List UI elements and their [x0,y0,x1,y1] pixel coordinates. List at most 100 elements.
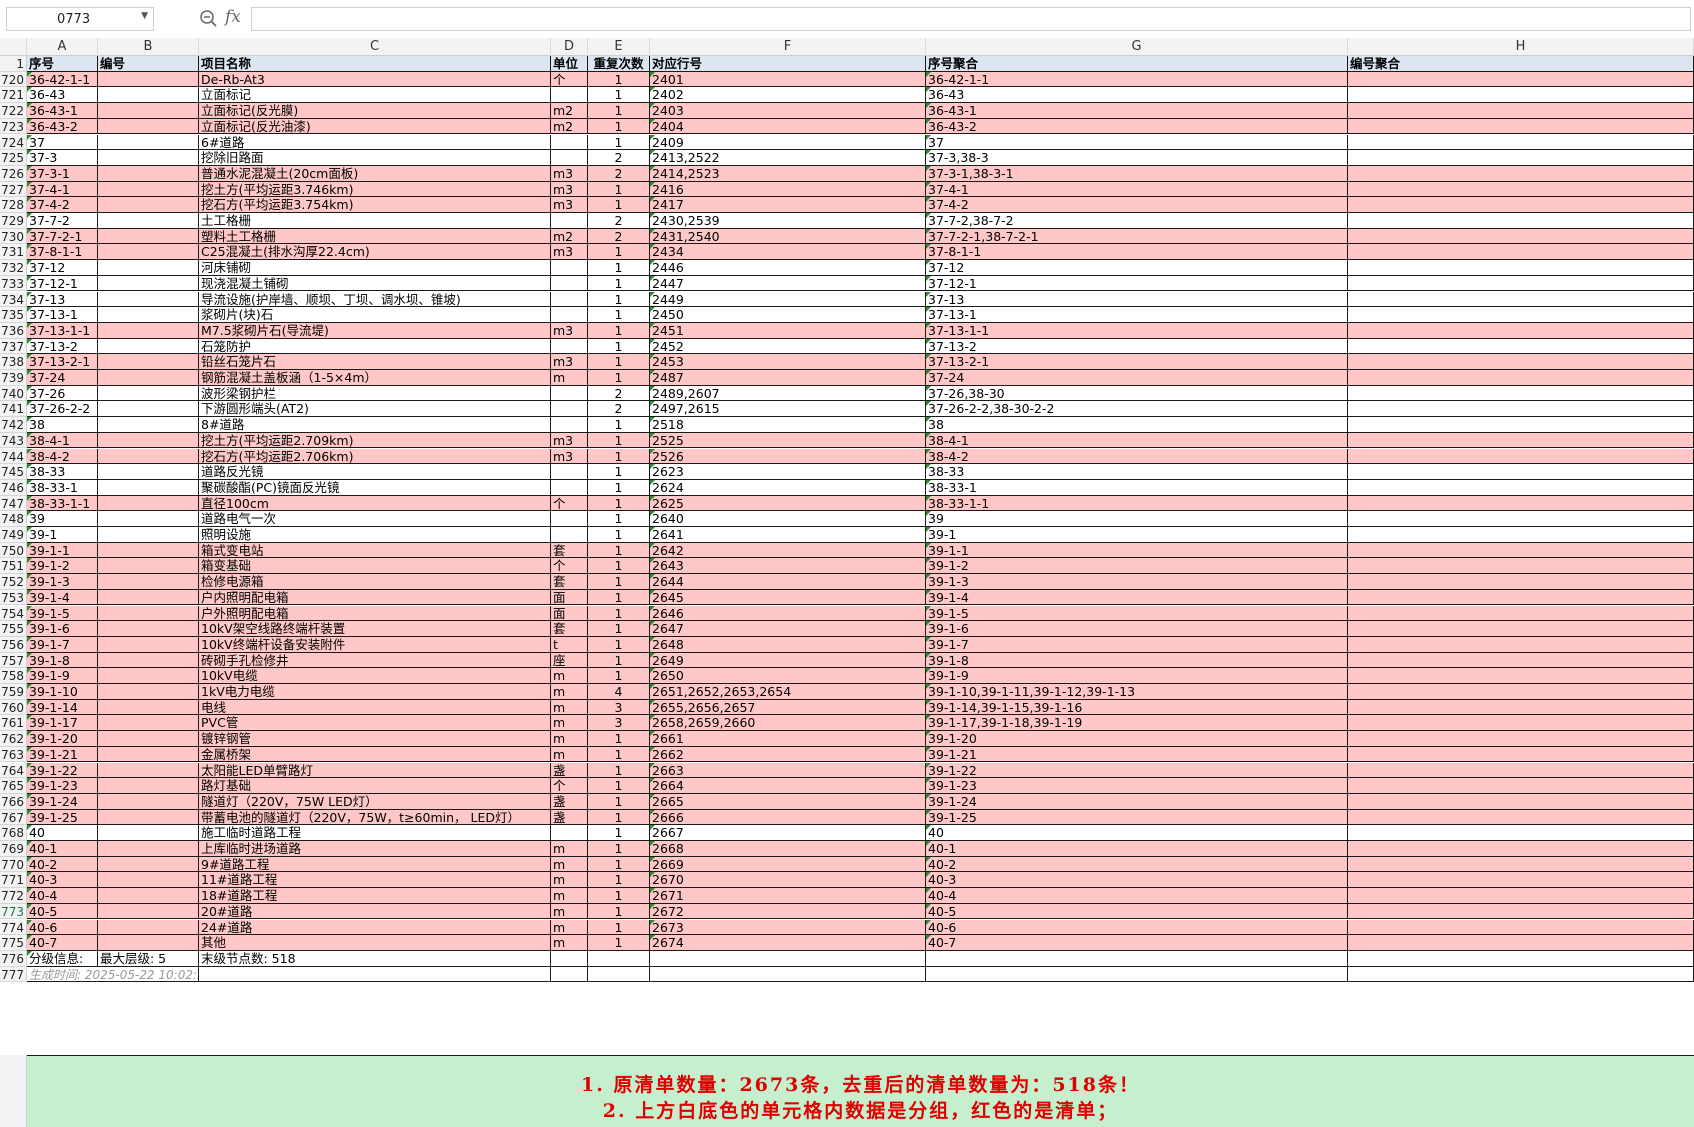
cell-g[interactable]: 39-1-3 [926,574,1348,590]
cell-c[interactable]: 照明设施 [199,527,551,543]
cell-f[interactable]: 2640 [650,511,926,527]
cell-f[interactable]: 2664 [650,778,926,794]
cell-a[interactable]: 37-13-1 [27,307,98,323]
row-header[interactable]: 729 [0,213,27,229]
cell-e[interactable]: 1 [588,511,650,527]
row-header[interactable]: 722 [0,103,27,119]
cell-c[interactable]: 立面标记(反光膜) [199,103,551,119]
cell-e[interactable]: 1 [588,417,650,433]
cell-c[interactable]: 立面标记 [199,87,551,104]
cell-h[interactable] [1348,903,1694,920]
cell-c[interactable]: 普通水泥混凝土(20cm面板) [199,165,551,182]
row-header[interactable]: 769 [0,841,27,857]
cell-e[interactable]: 1 [588,778,650,794]
cell-b[interactable] [98,746,199,763]
cell-h[interactable] [1348,574,1694,590]
cell-g[interactable]: 37-13 [926,291,1348,308]
cell-f[interactable]: 2413,2522 [650,150,926,166]
cell-e[interactable]: 1 [588,668,650,684]
row-header[interactable]: 762 [0,731,27,747]
cell-d[interactable]: 盏 [551,793,588,810]
cell-c[interactable]: 导流设施(护岸墙、顺坝、丁坝、调水坝、锥坡) [199,291,551,308]
cell-f[interactable]: 2641 [650,527,926,543]
cell-d[interactable] [551,464,588,480]
row-header[interactable]: 770 [0,856,27,873]
cell-b[interactable] [98,668,199,684]
row-header[interactable]: 724 [0,134,27,151]
row-header[interactable]: 720 [0,71,27,88]
cell-h[interactable] [1348,291,1694,308]
cell-e[interactable]: 1 [588,935,650,951]
cell-g[interactable]: 40-2 [926,856,1348,873]
cell-a[interactable]: 39 [27,511,98,527]
cell-c[interactable] [199,966,551,983]
cell-c[interactable]: 末级节点数: 518 [199,950,551,967]
cell-e[interactable]: 3 [588,715,650,732]
row-header[interactable]: 771 [0,872,27,889]
cell-a[interactable]: 分级信息: [27,950,98,967]
cell-e[interactable]: 1 [588,181,650,198]
row-header[interactable]: 739 [0,370,27,386]
cell-g[interactable]: 39 [926,511,1348,527]
cell-a[interactable]: 37-12 [27,260,98,276]
zoom-icon[interactable] [199,9,219,29]
cell-a[interactable]: 38 [27,417,98,433]
cell-d[interactable] [551,87,588,104]
cell-h[interactable] [1348,307,1694,323]
cell-d[interactable]: m3 [551,448,588,465]
cell-b[interactable]: 编号 [98,56,199,72]
cell-h[interactable] [1348,558,1694,575]
cell-f[interactable]: 2431,2540 [650,228,926,245]
cell-e[interactable]: 1 [588,621,650,637]
cell-h[interactable] [1348,417,1694,433]
cell-g[interactable]: 36-42-1-1 [926,71,1348,88]
cell-a[interactable]: 生成时间: 2025-05-22 10:02:55 [27,966,199,983]
cell-c[interactable]: 箱变基础 [199,558,551,575]
cell-b[interactable] [98,417,199,433]
cell-b[interactable] [98,291,199,308]
cell-d[interactable] [551,950,588,967]
row-header[interactable]: 776 [0,950,27,967]
cell-d[interactable]: m [551,856,588,873]
cell-g[interactable]: 38-4-1 [926,432,1348,449]
cell-d[interactable]: 盏 [551,809,588,826]
cell-c[interactable]: 6#道路 [199,134,551,151]
cell-b[interactable] [98,322,199,339]
cell-a[interactable]: 39-1-4 [27,589,98,606]
cell-g[interactable]: 序号聚合 [926,56,1348,72]
cell-c[interactable]: 挖除旧路面 [199,150,551,166]
row-header[interactable]: 773 [0,903,27,920]
cell-a[interactable]: 37-8-1-1 [27,244,98,261]
cell-f[interactable]: 2624 [650,479,926,496]
cell-g[interactable]: 40-4 [926,888,1348,904]
cell-f[interactable]: 2673 [650,919,926,936]
cell-a[interactable]: 38-4-2 [27,448,98,465]
cell-b[interactable] [98,903,199,920]
cell-f[interactable]: 2525 [650,432,926,449]
row-header[interactable]: 760 [0,699,27,716]
cell-g[interactable]: 39-1-24 [926,793,1348,810]
cell-b[interactable] [98,228,199,245]
cell-b[interactable] [98,558,199,575]
cell-e[interactable]: 1 [588,354,650,370]
cell-d[interactable]: m3 [551,432,588,449]
cell-b[interactable] [98,213,199,229]
cell-g[interactable]: 38-33 [926,464,1348,480]
column-header-b[interactable]: B [98,38,199,56]
cell-f[interactable]: 2416 [650,181,926,198]
cell-g[interactable]: 40-1 [926,841,1348,857]
cell-c[interactable]: 聚碳酸酯(PC)镜面反光镜 [199,479,551,496]
cell-h[interactable] [1348,652,1694,669]
cell-b[interactable] [98,338,199,355]
cell-c[interactable]: 20#道路 [199,903,551,920]
cell-d[interactable]: m3 [551,197,588,213]
cell-f[interactable]: 2489,2607 [650,385,926,402]
cell-f[interactable]: 2526 [650,448,926,465]
cell-f[interactable]: 2667 [650,825,926,841]
cell-h[interactable] [1348,809,1694,826]
cell-c[interactable]: 检修电源箱 [199,574,551,590]
cell-b[interactable] [98,825,199,841]
cell-e[interactable]: 1 [588,903,650,920]
cell-g[interactable]: 40 [926,825,1348,841]
cell-g[interactable]: 37-7-2,38-7-2 [926,213,1348,229]
